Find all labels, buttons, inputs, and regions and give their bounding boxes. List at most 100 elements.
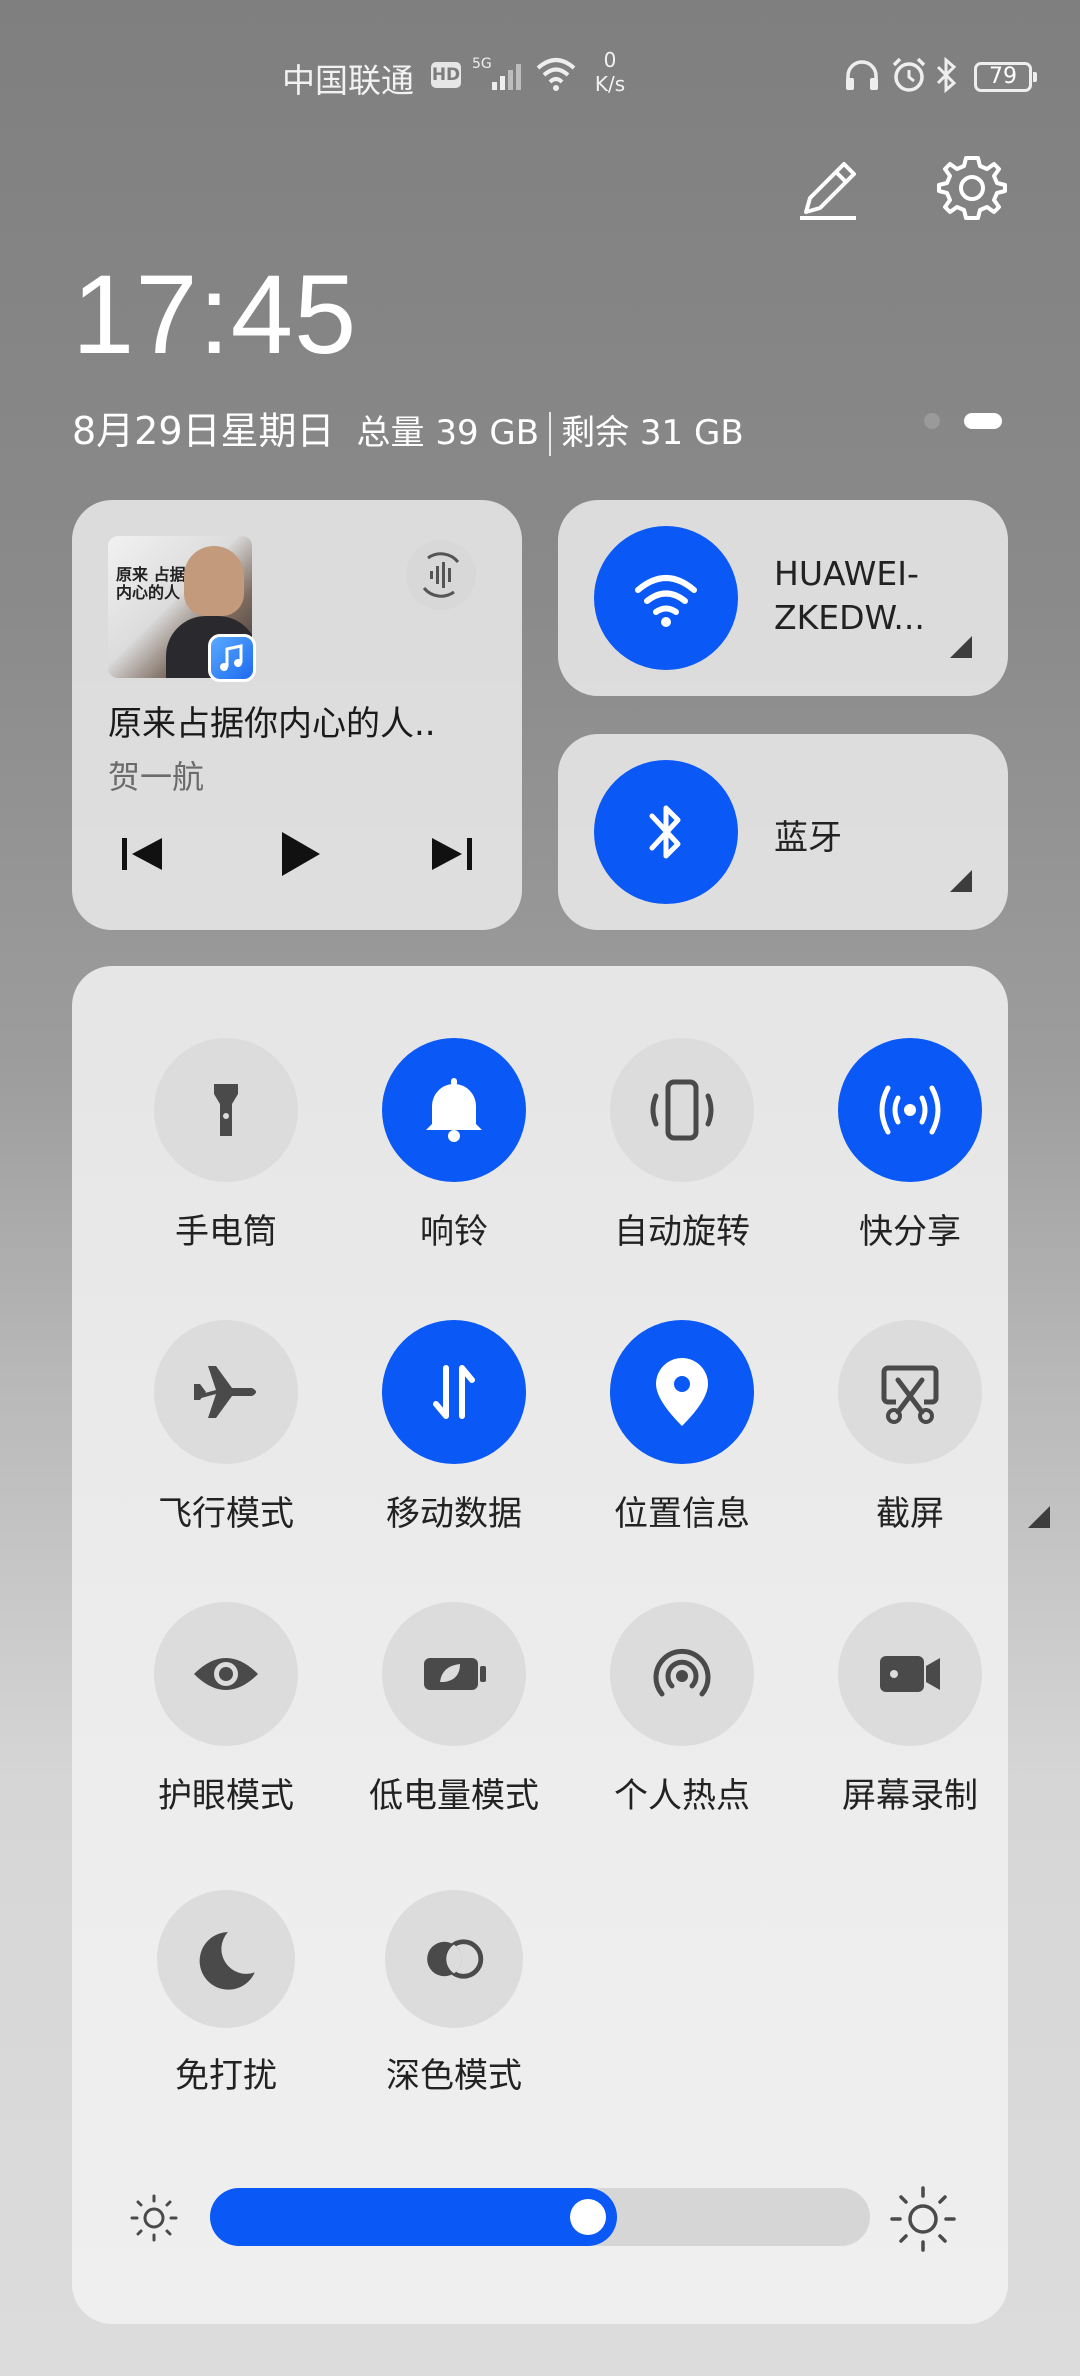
brightness-low-icon — [130, 2194, 178, 2242]
toggle-label: 响铃 — [420, 1212, 488, 1252]
play-icon[interactable] — [266, 822, 330, 886]
date-text: 8月29日星期日 — [72, 409, 335, 453]
toggle-label: 移动数据 — [386, 1494, 522, 1534]
battery-saver-toggle[interactable] — [382, 1602, 526, 1746]
bluetooth-toggle[interactable] — [594, 760, 738, 904]
battery-saver-icon — [424, 1658, 486, 1690]
eye-icon — [194, 1658, 258, 1690]
wifi-expand-icon[interactable] — [950, 636, 972, 658]
toggle-location[interactable]: 位置信息 — [560, 1320, 788, 1550]
toggle-label: 自动旋转 — [614, 1212, 750, 1252]
toggle-quick-share[interactable]: 快分享 — [788, 1038, 1016, 1268]
toggle-screenshot[interactable]: 截屏 — [788, 1320, 1050, 1550]
toggle-ring[interactable]: 响铃 — [332, 1038, 560, 1268]
auto-rotate-icon — [650, 1079, 714, 1141]
sound-wave-icon — [422, 552, 460, 598]
brightness-knob[interactable] — [570, 2199, 606, 2235]
toggle-battery-saver[interactable]: 低电量模式 — [332, 1602, 560, 1832]
do-not-disturb-toggle[interactable] — [157, 1890, 295, 2028]
bluetooth-label: 蓝牙 — [774, 818, 842, 858]
toggle-auto-rotate[interactable]: 自动旋转 — [560, 1038, 788, 1268]
toggle-label: 个人热点 — [614, 1776, 750, 1816]
song-title: 原来占据你内心的人.. — [108, 704, 436, 744]
hotspot-icon — [653, 1648, 711, 1697]
storage-free: 剩余 31 GB — [561, 413, 744, 453]
signal-5g-icon: 5G — [472, 56, 521, 90]
wifi-toggle[interactable] — [594, 526, 738, 670]
toggle-dark-mode[interactable]: 深色模式 — [332, 1890, 560, 2120]
toggle-flashlight[interactable]: 手电筒 — [104, 1038, 332, 1268]
screenshot-expand-icon[interactable] — [1028, 1506, 1050, 1528]
edit-icon[interactable] — [792, 154, 864, 226]
auto-rotate-toggle[interactable] — [610, 1038, 754, 1182]
next-track-icon[interactable] — [418, 822, 482, 886]
music-app-icon — [208, 634, 256, 682]
net-speed: 0 K/s — [590, 48, 630, 96]
hotspot-toggle[interactable] — [610, 1602, 754, 1746]
dark-mode-toggle[interactable] — [385, 1890, 523, 2028]
toggle-mobile-data[interactable]: 移动数据 — [332, 1320, 560, 1550]
airplane-icon — [194, 1366, 256, 1418]
toggle-hotspot[interactable]: 个人热点 — [560, 1602, 788, 1832]
status-bar: 中国联通 HD 5G 0 K/s 79 — [0, 48, 1080, 108]
flashlight-toggle[interactable] — [154, 1038, 298, 1182]
wifi-name-line2: ZKEDW... — [774, 598, 925, 637]
brightness-slider[interactable] — [210, 2188, 870, 2246]
airplane-toggle[interactable] — [154, 1320, 298, 1464]
mobile-data-toggle[interactable] — [382, 1320, 526, 1464]
toggle-do-not-disturb[interactable]: 免打扰 — [104, 1890, 332, 2120]
settings-gear-icon[interactable] — [936, 152, 1008, 224]
mobile-data-icon — [433, 1365, 475, 1419]
toggle-screen-record[interactable]: 屏幕录制 — [788, 1602, 1016, 1832]
clock-time: 17:45 — [72, 252, 358, 377]
brightness-high-icon — [890, 2186, 956, 2252]
toggle-eye-comfort[interactable]: 护眼模式 — [104, 1602, 332, 1832]
page-indicator-dot — [924, 413, 940, 429]
toggle-label: 飞行模式 — [158, 1494, 294, 1534]
bluetooth-status-icon — [936, 56, 957, 94]
dark-mode-icon — [427, 1939, 484, 1979]
network-type: 5G — [472, 56, 492, 72]
wifi-status-icon — [536, 58, 576, 91]
carrier-name: 中国联通 — [282, 61, 414, 100]
bluetooth-expand-icon[interactable] — [950, 870, 972, 892]
wifi-icon — [635, 575, 697, 627]
screenshot-toggle[interactable] — [838, 1320, 982, 1464]
bell-icon — [426, 1078, 482, 1142]
artist-name: 贺一航 — [108, 758, 205, 796]
toggle-label: 手电筒 — [175, 1212, 277, 1252]
screen-record-toggle[interactable] — [838, 1602, 982, 1746]
audio-output-button[interactable] — [406, 540, 476, 610]
ring-toggle[interactable] — [382, 1038, 526, 1182]
page-indicator-active — [964, 413, 1002, 429]
toggle-label: 低电量模式 — [369, 1776, 539, 1816]
quick-share-toggle[interactable] — [838, 1038, 982, 1182]
wifi-name-line1: HUAWEI- — [774, 554, 919, 593]
toggle-label: 深色模式 — [386, 2056, 522, 2096]
storage-total: 总量 39 GB — [356, 413, 540, 453]
toggle-label: 快分享 — [859, 1212, 961, 1252]
previous-track-icon[interactable] — [112, 822, 176, 886]
location-icon — [656, 1358, 708, 1426]
screen-record-icon — [880, 1656, 940, 1692]
battery-indicator: 79 — [974, 62, 1037, 92]
quick-share-icon — [879, 1085, 941, 1135]
toggle-airplane[interactable]: 飞行模式 — [104, 1320, 332, 1550]
divider — [549, 411, 552, 456]
screenshot-icon — [881, 1365, 939, 1424]
battery-level: 79 — [989, 64, 1017, 89]
alarm-icon — [892, 57, 926, 92]
toggle-label: 屏幕录制 — [842, 1776, 978, 1816]
music-card[interactable]: 原来 占据你内心的人 原来占据你内心的人.. 贺一航 — [72, 500, 522, 930]
wifi-card[interactable]: HUAWEI- ZKEDW... — [558, 500, 1008, 696]
bluetooth-icon — [649, 805, 681, 859]
net-speed-unit: K/s — [594, 72, 626, 96]
bluetooth-card[interactable]: 蓝牙 — [558, 734, 1008, 930]
flashlight-icon — [214, 1084, 238, 1136]
toggle-label: 护眼模式 — [158, 1776, 294, 1816]
eye-comfort-toggle[interactable] — [154, 1602, 298, 1746]
toggle-label: 免打扰 — [175, 2056, 277, 2096]
toggle-label: 位置信息 — [614, 1494, 750, 1534]
net-speed-value: 0 — [603, 48, 617, 72]
location-toggle[interactable] — [610, 1320, 754, 1464]
